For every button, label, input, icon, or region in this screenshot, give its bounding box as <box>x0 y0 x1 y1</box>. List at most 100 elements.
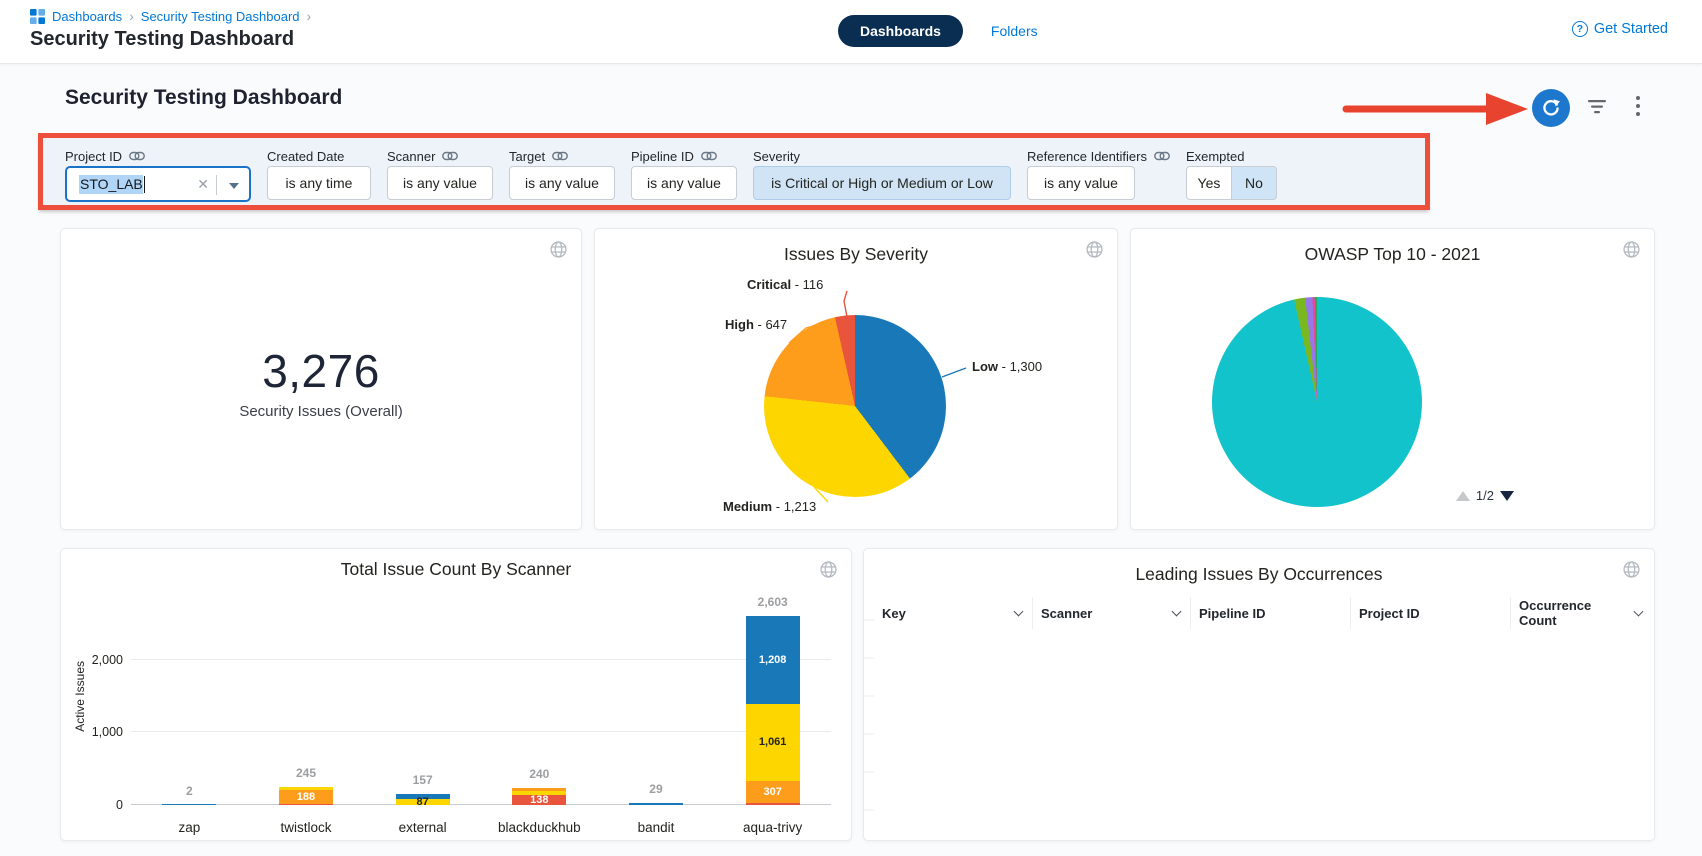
globe-icon <box>550 241 567 258</box>
card-issues-by-severity: Issues By Severity Critical - 116 High -… <box>594 228 1118 530</box>
pie-callout-medium: Medium - 1,213 <box>723 499 816 514</box>
owasp-pie-chart[interactable] <box>1212 297 1422 507</box>
table-body-empty <box>874 629 1650 830</box>
sort-chevron-icon[interactable] <box>1014 606 1024 616</box>
reference-identifiers-filter-chip[interactable]: is any value <box>1027 166 1135 200</box>
filter-target: Target is any value <box>509 146 615 205</box>
bar-total-label: 245 <box>248 766 365 780</box>
text-cursor <box>144 176 145 193</box>
bar-segment-high[interactable]: 188 <box>279 790 333 804</box>
exempted-yes-option[interactable]: Yes <box>1186 166 1232 200</box>
filter-exempted: Exempted Yes No <box>1186 146 1277 205</box>
bar-external[interactable]: 87 <box>396 794 450 805</box>
help-circle-icon: ? <box>1572 21 1588 37</box>
filter-icon <box>1586 99 1608 115</box>
bar-blackduckhub[interactable]: 138 <box>512 788 566 805</box>
filter-pipeline-id: Pipeline ID is any value <box>631 146 737 205</box>
sort-chevron-icon[interactable] <box>1634 606 1644 616</box>
bar-segment-medium[interactable]: 1,061 <box>746 704 800 781</box>
clear-icon[interactable]: ✕ <box>197 176 209 193</box>
bar-segment-low[interactable] <box>162 804 216 805</box>
page-up-icon[interactable] <box>1456 491 1470 501</box>
overall-issues-label: Security Issues (Overall) <box>61 403 581 420</box>
bar-slot-aqua-trivy: 3071,0611,2082,603aqua-trivy <box>714 593 831 805</box>
link-icon[interactable] <box>552 151 568 161</box>
bar-segment-critical[interactable]: 138 <box>512 795 566 805</box>
bar-segment-critical[interactable] <box>279 804 333 805</box>
column-header-occurrence-count[interactable]: Occurrence Count <box>1510 597 1650 629</box>
filter-created-date-label: Created Date <box>267 149 344 164</box>
column-header-project-id[interactable]: Project ID <box>1350 597 1510 629</box>
dashboard-more-menu-button[interactable] <box>1630 95 1646 121</box>
link-icon[interactable] <box>701 151 717 161</box>
column-header-pipeline-id[interactable]: Pipeline ID <box>1190 597 1350 629</box>
dashboard-title: Security Testing Dashboard <box>65 86 342 110</box>
breadcrumb-separator-icon: › <box>129 10 134 23</box>
refresh-icon <box>1541 98 1561 118</box>
filter-scanner: Scanner is any value <box>387 146 493 205</box>
breadcrumb-link-dashboards[interactable]: Dashboards <box>52 9 122 24</box>
refresh-button[interactable] <box>1532 89 1570 127</box>
filter-project-id-label: Project ID <box>65 149 122 164</box>
annotation-box: Project ID STO_LAB ✕ Created Date is any… <box>38 133 1430 210</box>
filter-project-id: Project ID STO_LAB ✕ <box>65 146 251 205</box>
get-started-link[interactable]: ? Get Started <box>1572 21 1668 37</box>
bar-zap[interactable] <box>162 804 216 805</box>
bar-segment-medium[interactable]: 87 <box>396 799 450 805</box>
page-indicator: 1/2 <box>1476 488 1494 503</box>
breadcrumb-separator-icon: › <box>307 10 312 23</box>
bar-aqua-trivy[interactable]: 3071,0611,208 <box>746 616 800 805</box>
page-title: Security Testing Dashboard <box>30 28 294 51</box>
bar-bandit[interactable] <box>629 803 683 805</box>
y-axis-label: Active Issues <box>73 661 87 732</box>
input-divider <box>216 175 217 195</box>
filter-pipeline-id-label: Pipeline ID <box>631 149 694 164</box>
link-icon[interactable] <box>1154 151 1170 161</box>
owasp-pie-title: OWASP Top 10 - 2021 <box>1131 244 1654 265</box>
pipeline-id-filter-chip[interactable]: is any value <box>631 166 737 200</box>
bar-plot: 01,0002,0002zap188245twistlock87157exter… <box>131 593 831 805</box>
overall-issues-count: 3,276 <box>61 344 581 398</box>
dropdown-caret-icon[interactable] <box>229 183 239 189</box>
bar-segment-high[interactable]: 307 <box>746 781 800 803</box>
severity-pie-title: Issues By Severity <box>595 244 1117 265</box>
x-category-label: twistlock <box>248 820 365 835</box>
project-id-value: STO_LAB <box>79 175 143 194</box>
bar-segment-critical[interactable] <box>746 803 800 805</box>
get-started-label: Get Started <box>1594 21 1668 37</box>
tab-dashboards[interactable]: Dashboards <box>838 15 963 47</box>
created-date-filter-chip[interactable]: is any time <box>267 166 371 200</box>
severity-filter-chip[interactable]: is Critical or High or Medium or Low <box>753 166 1011 200</box>
exempted-no-option[interactable]: No <box>1231 166 1277 200</box>
project-id-input[interactable]: STO_LAB ✕ <box>65 166 251 202</box>
severity-pie-chart[interactable] <box>764 315 946 497</box>
link-icon[interactable] <box>442 151 458 161</box>
link-icon[interactable] <box>129 151 145 161</box>
column-header-scanner[interactable]: Scanner <box>1032 597 1190 629</box>
target-filter-chip[interactable]: is any value <box>509 166 615 200</box>
dashboard-filters-button[interactable] <box>1584 98 1610 118</box>
y-tick-label: 0 <box>79 798 123 812</box>
top-navbar: Dashboards › Security Testing Dashboard … <box>0 0 1702 64</box>
bar-segment-low[interactable] <box>629 803 683 805</box>
filter-severity: Severity is Critical or High or Medium o… <box>753 146 1011 205</box>
bar-total-label: 2,603 <box>714 595 831 609</box>
pie-callout-low: Low - 1,300 <box>972 359 1042 374</box>
page-down-icon[interactable] <box>1500 491 1514 501</box>
x-category-label: bandit <box>598 820 715 835</box>
filter-scanner-label: Scanner <box>387 149 435 164</box>
sort-chevron-icon[interactable] <box>1172 606 1182 616</box>
filter-created-date: Created Date is any time <box>267 146 371 205</box>
bar-twistlock[interactable]: 188 <box>279 787 333 805</box>
bar-slot-external: 87157external <box>364 593 481 805</box>
pie-callout-critical: Critical - 116 <box>747 277 823 292</box>
bar-segment-low[interactable]: 1,208 <box>746 616 800 704</box>
pie-callout-high: High - 647 <box>725 317 787 332</box>
annotation-arrow <box>1340 91 1532 127</box>
tab-folders[interactable]: Folders <box>991 23 1038 39</box>
exempted-toggle: Yes No <box>1186 166 1277 200</box>
breadcrumb-link-security-testing-dashboard[interactable]: Security Testing Dashboard <box>141 9 300 24</box>
breadcrumb: Dashboards › Security Testing Dashboard … <box>30 9 311 24</box>
column-header-key[interactable]: Key <box>874 597 1032 629</box>
scanner-filter-chip[interactable]: is any value <box>387 166 493 200</box>
